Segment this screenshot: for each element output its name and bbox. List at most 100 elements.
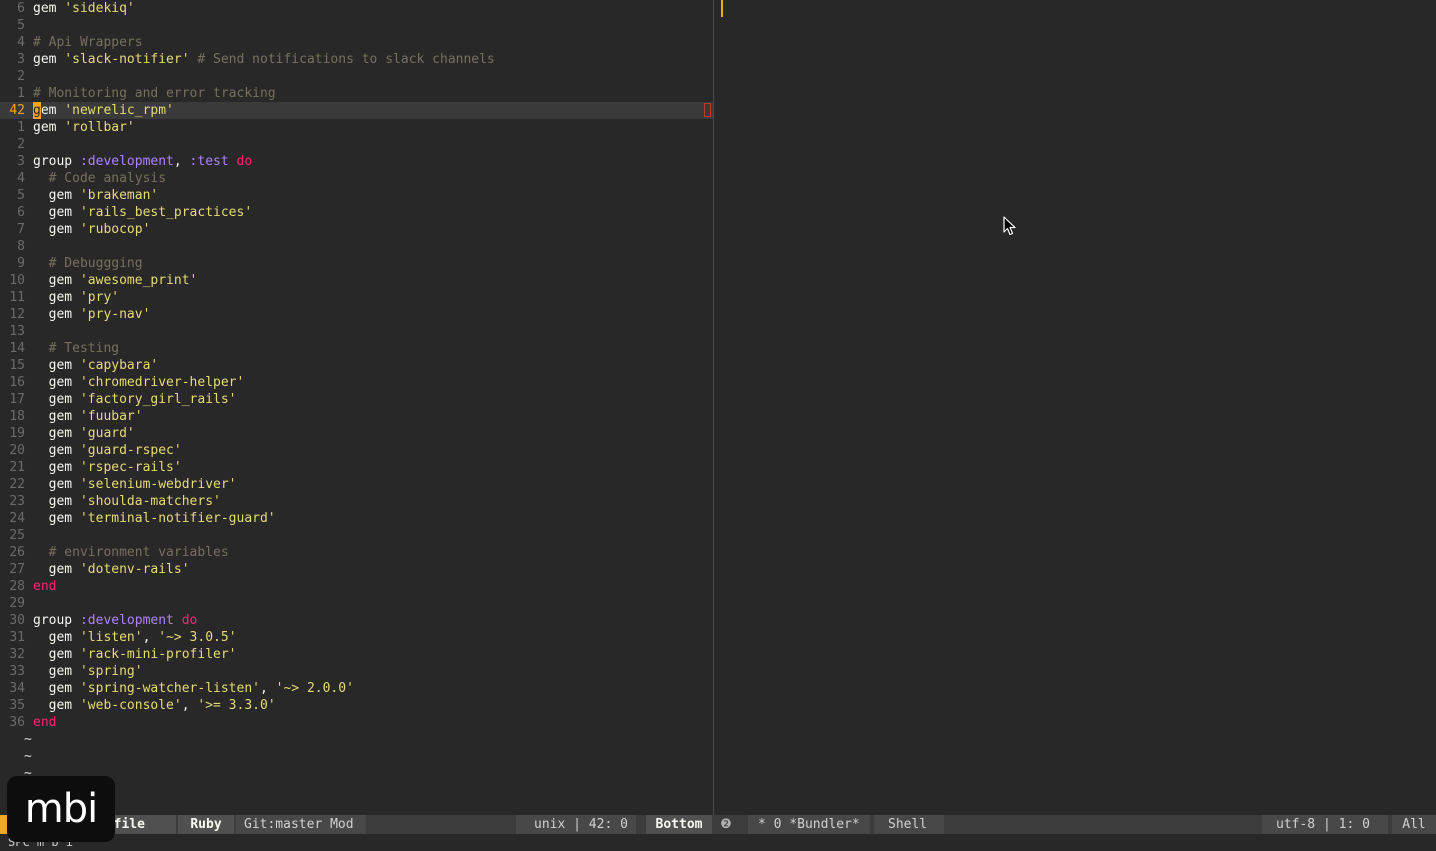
code-line[interactable]: 5 — [0, 17, 713, 34]
line-number: 31 — [9, 630, 25, 645]
code-line[interactable]: 7 gem 'rubocop' — [0, 221, 713, 238]
code-token: gem — [33, 188, 80, 203]
line-number: 1 — [17, 86, 25, 101]
code-token: 'rspec-rails' — [79, 460, 182, 475]
line-number: 19 — [9, 426, 25, 441]
code-line[interactable]: 9 # Debuggging — [0, 255, 713, 272]
right-buffer-name[interactable]: * 0 *Bundler* — [748, 815, 870, 834]
code-line[interactable]: 5 gem 'brakeman' — [0, 187, 713, 204]
line-number: 23 — [9, 494, 25, 509]
line-content: gem 'slack-notifier' # Send notification… — [33, 51, 495, 68]
code-token: gem — [33, 647, 80, 662]
code-token: 'capybara' — [79, 358, 159, 373]
line-number: 27 — [9, 562, 25, 577]
code-token: # Code analysis — [33, 171, 167, 186]
code-line[interactable]: 6 gem 'sidekiq' — [0, 0, 713, 17]
code-line[interactable]: 35 gem 'web-console', '>= 3.3.0' — [0, 697, 713, 714]
line-content: gem 'rubocop' — [33, 221, 151, 238]
line-content: gem 'guard' — [33, 425, 135, 442]
line-content: # Code analysis — [33, 170, 166, 187]
right-major-mode[interactable]: Shell — [874, 815, 944, 834]
code-token: gem — [33, 290, 80, 305]
code-line[interactable]: 23 gem 'shoulda-matchers' — [0, 493, 713, 510]
vc-status[interactable]: Git:master Mod — [236, 815, 366, 834]
code-line[interactable]: 20 gem 'guard-rspec' — [0, 442, 713, 459]
major-mode[interactable]: Ruby — [178, 815, 234, 834]
code-line[interactable]: 29 — [0, 595, 713, 612]
code-line[interactable]: 22 gem 'selenium-webdriver' — [0, 476, 713, 493]
line-content: gem 'spring' — [33, 663, 143, 680]
code-token: gem — [33, 698, 80, 713]
code-token: # Debuggging — [33, 256, 143, 271]
code-line[interactable]: 30 group :development do — [0, 612, 713, 629]
code-line[interactable]: 32 gem 'rack-mini-profiler' — [0, 646, 713, 663]
code-token: 'rack-mini-profiler' — [79, 647, 237, 662]
code-line[interactable]: 33 gem 'spring' — [0, 663, 713, 680]
code-line[interactable]: 4 # Code analysis — [0, 170, 713, 187]
line-content: gem 'rack-mini-profiler' — [33, 646, 237, 663]
code-line[interactable]: 28 end — [0, 578, 713, 595]
code-line[interactable]: 3 group :development, :test do — [0, 153, 713, 170]
code-token: group — [33, 613, 80, 628]
code-line[interactable]: 14 # Testing — [0, 340, 713, 357]
line-number: 10 — [9, 273, 25, 288]
code-token: 'web-console' — [79, 698, 182, 713]
code-line[interactable]: 2 — [0, 68, 713, 85]
line-content: gem 'awesome_print' — [33, 272, 198, 289]
code-line[interactable]: 13 — [0, 323, 713, 340]
line-number: 20 — [9, 443, 25, 458]
code-line[interactable]: 12 gem 'pry-nav' — [0, 306, 713, 323]
code-token: # Send notifications to slack channels — [189, 52, 495, 67]
code-line[interactable]: 17 gem 'factory_girl_rails' — [0, 391, 713, 408]
code-token: :test — [189, 154, 229, 169]
line-content: # Api Wrappers — [33, 34, 143, 51]
line-content: gem 'fuubar' — [33, 408, 143, 425]
encoding-position[interactable]: unix | 42: 0 — [516, 815, 636, 834]
code-token: 'rollbar' — [64, 120, 135, 135]
code-line[interactable]: 24 gem 'terminal-notifier-guard' — [0, 510, 713, 527]
code-line[interactable]: 15 gem 'capybara' — [0, 357, 713, 374]
code-line[interactable]: 21 gem 'rspec-rails' — [0, 459, 713, 476]
gemfile-editor-pane[interactable]: 6 gem 'sidekiq' 5 4 # Api Wrappers 3 gem 'slac… — [0, 0, 713, 815]
code-token: 'awesome_print' — [79, 273, 198, 288]
line-content: gem 'pry' — [33, 289, 119, 306]
line-content: end — [33, 578, 56, 595]
bundler-shell-pane[interactable] — [714, 0, 1436, 815]
line-content: gem 'rspec-rails' — [33, 459, 182, 476]
code-line[interactable]: 1 gem 'rollbar' — [0, 119, 713, 136]
code-line[interactable]: 31 gem 'listen', '~> 3.0.5' — [0, 629, 713, 646]
code-line[interactable]: 11 gem 'pry' — [0, 289, 713, 306]
code-token: gem — [33, 273, 80, 288]
current-code-line[interactable]: 42 gem 'newrelic_rpm' — [0, 102, 713, 119]
code-line[interactable]: 3 gem 'slack-notifier' # Send notificatio… — [0, 51, 713, 68]
line-number: 3 — [17, 52, 25, 67]
code-token: # environment variables — [33, 545, 229, 560]
code-line[interactable]: 4 # Api Wrappers — [0, 34, 713, 51]
code-token: 'factory_girl_rails' — [79, 392, 237, 407]
code-token: # Monitoring and error tracking — [33, 86, 276, 101]
window-number-icon[interactable]: ❷ — [718, 815, 734, 834]
code-token: gem — [33, 460, 80, 475]
line-number: 11 — [9, 290, 25, 305]
line-content: end — [33, 714, 56, 731]
code-token: gem — [33, 307, 80, 322]
code-token: 'selenium-webdriver' — [79, 477, 237, 492]
line-number: 1 — [17, 120, 25, 135]
code-line[interactable]: 36 end — [0, 714, 713, 731]
code-line[interactable]: 18 gem 'fuubar' — [0, 408, 713, 425]
code-line[interactable]: 34 gem 'spring-watcher-listen', '~> 2.0.… — [0, 680, 713, 697]
code-token: 'rails_best_practices' — [79, 205, 253, 220]
code-line[interactable]: 6 gem 'rails_best_practices' — [0, 204, 713, 221]
code-line[interactable]: 2 — [0, 136, 713, 153]
code-token: gem — [33, 392, 80, 407]
code-line[interactable]: 16 gem 'chromedriver-helper' — [0, 374, 713, 391]
code-line[interactable]: 19 gem 'guard' — [0, 425, 713, 442]
code-line[interactable]: 26 # environment variables — [0, 544, 713, 561]
code-line[interactable]: 27 gem 'dotenv-rails' — [0, 561, 713, 578]
right-encoding-position[interactable]: utf-8 | 1: 0 — [1262, 815, 1388, 834]
code-line[interactable]: 25 — [0, 527, 713, 544]
code-line[interactable]: 8 — [0, 238, 713, 255]
code-line[interactable]: 10 gem 'awesome_print' — [0, 272, 713, 289]
code-line[interactable]: 1 # Monitoring and error tracking — [0, 85, 713, 102]
code-token: 'rubocop' — [79, 222, 151, 237]
